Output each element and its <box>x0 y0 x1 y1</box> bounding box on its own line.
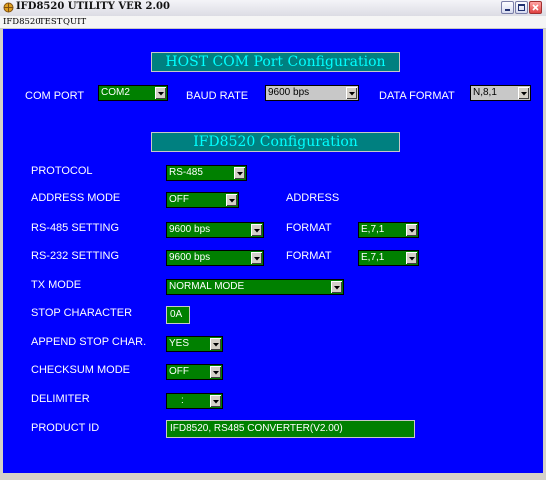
rs485-setting-label: RS-485 SETTING <box>31 222 120 234</box>
address-mode-label: ADDRESS MODE <box>31 192 121 204</box>
com-port-select[interactable]: COM2 <box>98 85 168 101</box>
dropdown-arrow-icon <box>210 395 221 407</box>
maximize-button[interactable] <box>515 1 528 14</box>
com-port-label: COM PORT <box>25 90 85 102</box>
append-stop-char-label: APPEND STOP CHAR. <box>31 336 147 348</box>
checksum-mode-label: CHECKSUM MODE <box>31 364 131 376</box>
tx-mode-label: TX MODE <box>31 279 82 291</box>
dropdown-arrow-icon <box>251 252 262 264</box>
product-id-field: IFD8520, RS485 CONVERTER(V2.00) <box>166 420 415 438</box>
dropdown-arrow-icon <box>251 224 262 236</box>
minimize-icon <box>505 9 510 11</box>
rs232-format-select[interactable]: E,7,1 <box>358 250 419 266</box>
dropdown-arrow-icon <box>406 224 417 236</box>
address-mode-select[interactable]: OFF <box>166 192 239 208</box>
checksum-mode-select[interactable]: OFF <box>166 364 223 380</box>
append-stop-char-select[interactable]: YES <box>166 336 223 352</box>
stop-character-label: STOP CHARACTER <box>31 307 133 319</box>
dropdown-arrow-icon <box>210 338 221 350</box>
app-icon <box>3 2 14 13</box>
data-format-label: DATA FORMAT <box>379 90 455 102</box>
address-label: ADDRESS <box>286 192 340 204</box>
rs485-format-label: FORMAT <box>286 222 332 234</box>
rs485-baud-select[interactable]: 9600 bps <box>166 222 264 238</box>
menu-quit[interactable]: QUIT <box>63 16 86 28</box>
dropdown-arrow-icon <box>406 252 417 264</box>
dropdown-arrow-icon <box>226 194 237 206</box>
dropdown-arrow-icon <box>234 167 245 179</box>
delimiter-label: DELIMITER <box>31 393 90 405</box>
baud-rate-select[interactable]: 9600 bps <box>265 85 359 101</box>
close-button[interactable] <box>529 1 542 14</box>
dropdown-arrow-icon <box>346 87 357 99</box>
protocol-select[interactable]: RS-485 <box>166 165 247 181</box>
rs232-setting-label: RS-232 SETTING <box>31 250 120 262</box>
window-title: IFD8520 UTILITY VER 2.00 <box>16 1 170 12</box>
menu-bar: IFD8520 TEST QUIT <box>0 16 546 29</box>
data-format-select[interactable]: N,8,1 <box>470 85 531 101</box>
minimize-button[interactable] <box>501 1 514 14</box>
menu-ifd8520[interactable]: IFD8520 <box>3 16 41 28</box>
tx-mode-select[interactable]: NORMAL MODE <box>166 279 344 295</box>
dropdown-arrow-icon <box>331 281 342 293</box>
stop-character-input[interactable]: 0A <box>166 306 190 324</box>
main-panel: HOST COM Port Configuration COM PORT COM… <box>3 29 543 473</box>
baud-rate-label: BAUD RATE <box>186 90 249 102</box>
title-bar: IFD8520 UTILITY VER 2.00 <box>0 0 546 17</box>
protocol-label: PROTOCOL <box>31 165 93 177</box>
rs232-format-label: FORMAT <box>286 250 332 262</box>
menu-test[interactable]: TEST <box>39 16 62 28</box>
ifd-config-header: IFD8520 Configuration <box>151 132 400 152</box>
dropdown-arrow-icon <box>210 366 221 378</box>
window-frame-bottom <box>0 473 546 480</box>
host-config-header: HOST COM Port Configuration <box>151 52 400 72</box>
rs485-format-select[interactable]: E,7,1 <box>358 222 419 238</box>
delimiter-select[interactable]: : <box>166 393 223 409</box>
product-id-label: PRODUCT ID <box>31 422 100 434</box>
close-icon <box>532 4 539 11</box>
dropdown-arrow-icon <box>518 87 529 99</box>
rs232-baud-select[interactable]: 9600 bps <box>166 250 264 266</box>
maximize-icon <box>518 4 525 11</box>
dropdown-arrow-icon <box>155 87 166 99</box>
